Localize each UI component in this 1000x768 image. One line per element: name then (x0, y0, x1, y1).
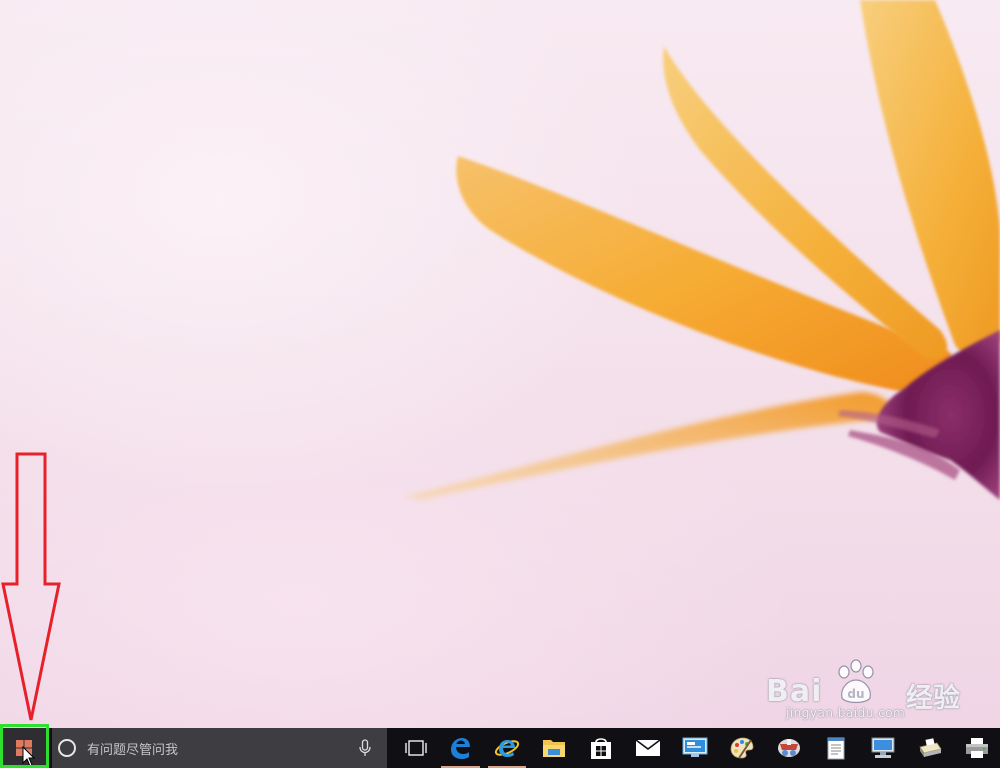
baidu-jingyan-watermark: Bai du 经验 jingyan.baidu.com (766, 656, 986, 722)
taskbar-app-printer[interactable] (953, 728, 1000, 768)
paint-icon (730, 737, 754, 759)
desktop-wallpaper: Bai du 经验 jingyan.baidu.com (0, 0, 1000, 728)
printer-icon (965, 738, 988, 758)
start-button[interactable] (0, 728, 48, 768)
remote-desktop-icon (682, 737, 708, 757)
mail-icon (635, 739, 661, 756)
red-down-arrow-annotation (1, 452, 61, 721)
taskbar-app-scanner[interactable] (906, 728, 953, 768)
task-view-icon (405, 740, 427, 756)
watermark-brand-text: Bai (766, 674, 823, 709)
taskbar-app-remote-desktop[interactable] (671, 728, 718, 768)
file-explorer-icon (542, 740, 565, 757)
taskbar-app-mail[interactable] (624, 728, 671, 768)
taskbar-app-store[interactable] (577, 728, 624, 768)
store-icon (590, 738, 611, 759)
task-view-button[interactable] (395, 728, 436, 768)
taskbar-app-notepad[interactable] (812, 728, 859, 768)
taskbar: 有问题尽管问我 (0, 728, 1000, 768)
watermark-url: jingyan.baidu.com (786, 706, 906, 720)
cortana-icon (57, 739, 76, 757)
mouse-cursor-icon (22, 746, 36, 767)
taskbar-app-edge[interactable] (437, 728, 484, 768)
taskbar-app-internet-explorer[interactable] (484, 728, 531, 768)
baidu-paw-icon: du (838, 659, 874, 704)
flower-wallpaper-image (405, 0, 1000, 500)
computer-icon (871, 737, 895, 758)
taskbar-app-computer[interactable] (859, 728, 906, 768)
taskbar-app-character-map[interactable] (765, 728, 812, 768)
taskbar-app-file-explorer[interactable] (530, 728, 577, 768)
svg-text:du: du (847, 687, 864, 701)
search-box[interactable]: 有问题尽管问我 (51, 728, 388, 768)
notepad-icon (827, 737, 845, 760)
taskbar-app-paint[interactable] (718, 728, 765, 768)
microphone-icon[interactable] (359, 739, 372, 757)
search-placeholder: 有问题尽管问我 (86, 742, 178, 758)
watermark-jingyan-text: 经验 (906, 683, 960, 714)
edge-icon (451, 738, 471, 759)
scanner-icon (918, 738, 942, 757)
character-map-icon (777, 739, 800, 757)
internet-explorer-icon (494, 740, 520, 757)
